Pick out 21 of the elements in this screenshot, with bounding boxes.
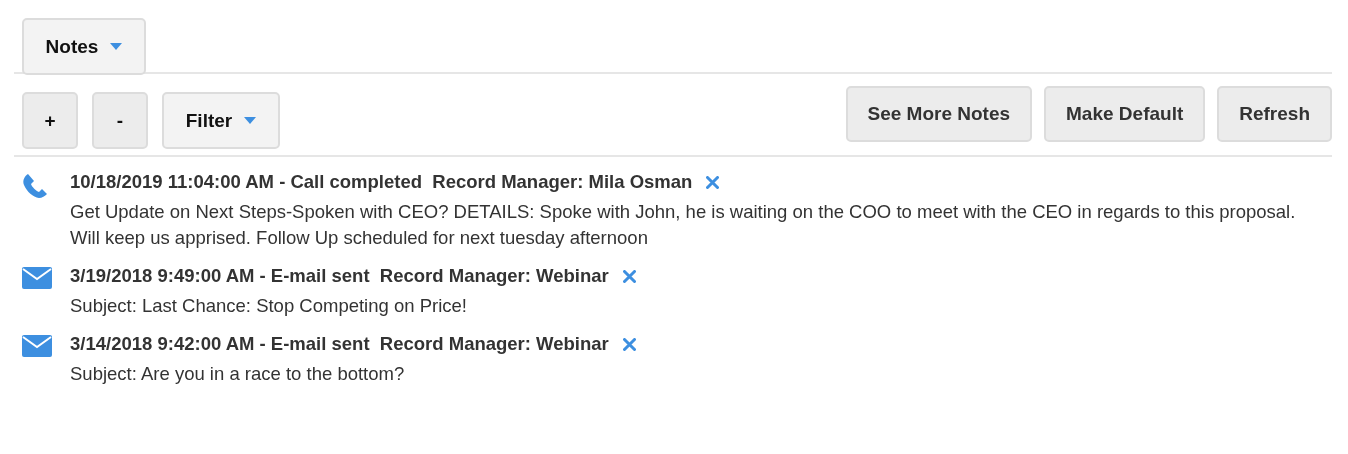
action-button[interactable]: Refresh bbox=[1217, 86, 1332, 142]
envelope-icon bbox=[22, 267, 52, 289]
note-header: 3/19/2018 9:49:00 AM - E-mail sent Record Manager: Webinar bbox=[70, 265, 609, 287]
caret-icon bbox=[110, 43, 123, 50]
action-button[interactable]: Make Default bbox=[1044, 86, 1206, 142]
note-text: Subject: Are you in a race to the bottom? bbox=[70, 362, 406, 386]
note-header: 10/18/2019 11:04:00 AM - Call completed Record Manager: Mila Osman bbox=[70, 171, 693, 193]
phone-icon bbox=[22, 173, 50, 199]
caret-icon bbox=[244, 117, 257, 124]
note-text: Subject: Last Chance: Stop Competing on Price! bbox=[70, 294, 468, 318]
notes-dropdown[interactable]: Notes bbox=[22, 18, 146, 75]
delete-icon[interactable] bbox=[622, 269, 636, 283]
remove-button[interactable]: - bbox=[92, 92, 148, 149]
delete-icon[interactable] bbox=[622, 337, 636, 351]
add-button[interactable]: + bbox=[22, 92, 78, 149]
filter-dropdown[interactable]: Filter bbox=[162, 92, 280, 149]
action-button[interactable]: See More Notes bbox=[845, 86, 1033, 142]
note-header: 3/14/2018 9:42:00 AM - E-mail sent Record Manager: Webinar bbox=[70, 333, 609, 355]
delete-icon[interactable] bbox=[706, 175, 720, 189]
note-text: Get Update on Next Steps-Spoken with CEO? DETAILS: Spoke with John, he is waiting on the COO to meet with the CEO in regards to this proposal. Will keep us apprised. Follow Up scheduled for next tuesday afternoon bbox=[70, 200, 1297, 250]
envelope-icon bbox=[22, 335, 52, 357]
